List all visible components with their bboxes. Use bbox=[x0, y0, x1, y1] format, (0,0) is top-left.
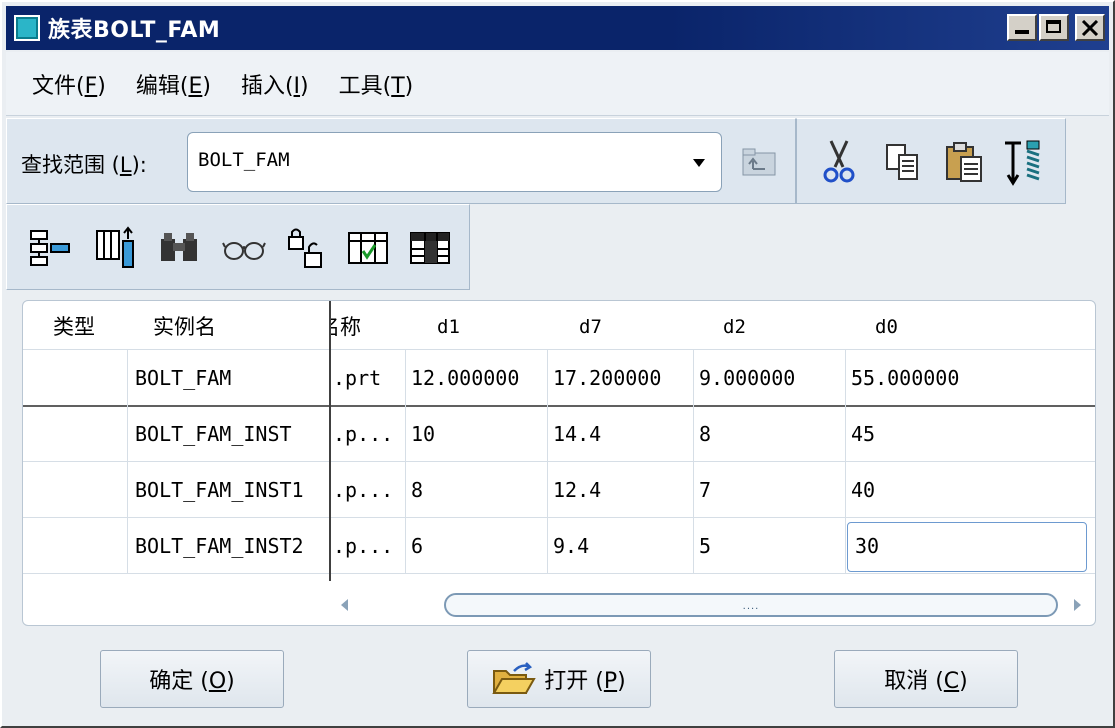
column-header-d0[interactable]: d0 bbox=[875, 301, 995, 353]
column-header-d2[interactable]: d2 bbox=[723, 301, 843, 353]
table-cell-d7[interactable]: 17.200000 bbox=[547, 351, 693, 405]
insert-column-icon[interactable] bbox=[27, 225, 73, 271]
menu-bar: 文件(F) 编辑(E) 插入(I) 工具(T) bbox=[6, 52, 1109, 116]
table-cell-d1[interactable]: 6 bbox=[405, 519, 547, 573]
up-folder-icon[interactable] bbox=[741, 147, 777, 177]
table-cell-instance[interactable]: BOLT_FAM bbox=[127, 351, 329, 405]
table-cell-instance[interactable]: BOLT_FAM_INST bbox=[127, 407, 329, 461]
lookup-label: 查找范围 (L): bbox=[21, 153, 147, 177]
table-icon[interactable] bbox=[407, 225, 453, 271]
window-controls bbox=[1007, 14, 1105, 41]
table-cell-d7[interactable]: 14.4 bbox=[547, 407, 693, 461]
scrollbar-grip: .... bbox=[742, 601, 760, 612]
table-cell-d7[interactable]: 12.4 bbox=[547, 463, 693, 517]
table-cell-instance[interactable]: BOLT_FAM_INST1 bbox=[127, 463, 329, 517]
column-header-d1[interactable]: d1 bbox=[437, 301, 557, 353]
table-cell-name[interactable]: .p... bbox=[331, 463, 405, 517]
column-header-d7[interactable]: d7 bbox=[579, 301, 699, 353]
open-folder-icon bbox=[492, 662, 536, 694]
column-header-type[interactable]: 类型 bbox=[53, 301, 123, 353]
ok-button[interactable]: 确定 (O) bbox=[100, 650, 284, 708]
table-cell-d2[interactable]: 9.000000 bbox=[693, 351, 845, 405]
family-table-window: 族表BOLT_FAM 文件(F) 编辑(E) 插入(I) 工具(T) 查找范围 … bbox=[0, 0, 1115, 728]
lookup-toolbar: 查找范围 (L): BOLT_FAM bbox=[6, 118, 796, 204]
table-cell-d0[interactable]: 40 bbox=[845, 463, 1095, 517]
lock-icon[interactable] bbox=[283, 225, 329, 271]
title-bar[interactable]: 族表BOLT_FAM bbox=[6, 6, 1109, 50]
find-icon[interactable] bbox=[157, 225, 203, 271]
table-cell-d0-editing[interactable]: 30 bbox=[847, 519, 1087, 573]
table-cell-d2[interactable]: 5 bbox=[693, 519, 845, 573]
column-header-instance[interactable]: 实例名 bbox=[153, 301, 323, 353]
table-cell-instance[interactable]: BOLT_FAM_INST2 bbox=[127, 519, 329, 573]
column-header-name[interactable]: 名称 bbox=[329, 301, 405, 353]
table-cell-d1[interactable]: 10 bbox=[405, 407, 547, 461]
paste-icon[interactable] bbox=[943, 137, 987, 187]
lookup-value: BOLT_FAM bbox=[198, 149, 290, 171]
menu-insert[interactable]: 插入(I) bbox=[241, 68, 309, 100]
grid-line bbox=[23, 573, 1095, 574]
lookup-combobox[interactable]: BOLT_FAM bbox=[187, 132, 722, 192]
table-cell-d0[interactable]: 45 bbox=[845, 407, 1095, 461]
menu-file[interactable]: 文件(F) bbox=[32, 68, 106, 100]
open-button-label: 打开 (P) bbox=[544, 669, 626, 694]
chevron-down-icon[interactable] bbox=[693, 159, 705, 167]
cancel-button-label: 取消 (C) bbox=[884, 669, 968, 694]
grid-line bbox=[23, 461, 1095, 462]
cut-icon[interactable] bbox=[817, 137, 861, 187]
menu-edit[interactable]: 编辑(E) bbox=[136, 68, 211, 100]
minimize-button[interactable] bbox=[1007, 14, 1037, 41]
bolt-fill-icon[interactable] bbox=[1001, 137, 1045, 187]
table-cell-name[interactable]: .p... bbox=[331, 407, 405, 461]
close-icon bbox=[1081, 19, 1099, 36]
table-cell-d2[interactable]: 7 bbox=[693, 463, 845, 517]
close-button[interactable] bbox=[1075, 14, 1105, 41]
maximize-button[interactable] bbox=[1039, 14, 1069, 41]
table-toolbar bbox=[6, 204, 470, 290]
insert-row-icon[interactable] bbox=[93, 225, 139, 271]
copy-icon[interactable] bbox=[881, 137, 925, 187]
table-cell-name[interactable]: .p... bbox=[331, 519, 405, 573]
table-cell-name[interactable]: .prt bbox=[331, 351, 405, 405]
family-table: 类型 实例名 名称 d1 d7 d2 d0 BOLT_FAM .prt 12.0… bbox=[22, 300, 1096, 626]
table-cell-d7[interactable]: 9.4 bbox=[547, 519, 693, 573]
scroll-right-icon[interactable] bbox=[1074, 599, 1081, 611]
table-cell-d0[interactable]: 55.000000 bbox=[845, 351, 1095, 405]
window-title: 族表BOLT_FAM bbox=[48, 18, 221, 43]
table-cell-d1[interactable]: 12.000000 bbox=[405, 351, 547, 405]
table-cell-d2[interactable]: 8 bbox=[693, 407, 845, 461]
app-icon bbox=[14, 15, 40, 41]
glasses-icon[interactable] bbox=[221, 225, 267, 271]
scroll-left-icon[interactable] bbox=[341, 599, 348, 611]
open-button[interactable]: 打开 (P) bbox=[467, 650, 651, 708]
scrollbar-thumb[interactable]: .... bbox=[444, 593, 1058, 617]
horizontal-scrollbar[interactable]: .... bbox=[329, 591, 1089, 619]
grid-line bbox=[23, 517, 1095, 518]
menu-tools[interactable]: 工具(T) bbox=[339, 68, 414, 100]
verify-icon[interactable] bbox=[345, 225, 391, 271]
edit-toolbar bbox=[796, 118, 1066, 204]
cancel-button[interactable]: 取消 (C) bbox=[834, 650, 1018, 708]
grid-line bbox=[23, 349, 1095, 350]
table-cell-d1[interactable]: 8 bbox=[405, 463, 547, 517]
ok-button-label: 确定 (O) bbox=[149, 669, 235, 694]
